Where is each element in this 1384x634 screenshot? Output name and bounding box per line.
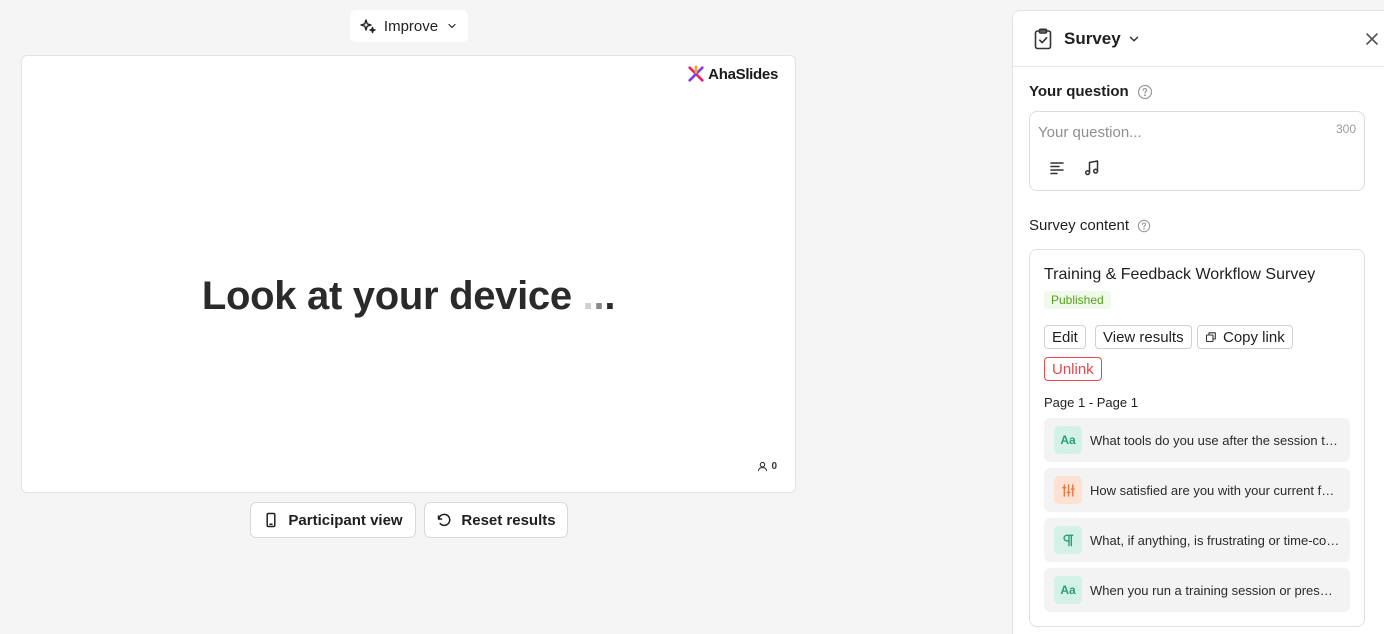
sparkle-icon xyxy=(360,19,376,34)
slide-canvas: AhaSlides Look at your device ... 0 xyxy=(21,55,796,493)
close-icon[interactable] xyxy=(1363,30,1381,48)
status-badge: Published xyxy=(1044,291,1111,309)
survey-settings-panel: Survey Your question 300 xyxy=(1012,10,1384,634)
survey-content-label: Survey content xyxy=(1029,217,1151,234)
copy-link-button[interactable]: Copy link xyxy=(1197,325,1293,349)
survey-question-item[interactable]: Aa What tools do you use after the sessi… xyxy=(1044,418,1350,462)
participant-view-button[interactable]: Participant view xyxy=(250,502,416,538)
text-answer-icon: Aa xyxy=(1054,576,1082,604)
panel-header: Survey xyxy=(1013,11,1384,67)
chevron-down-icon[interactable] xyxy=(1127,32,1141,46)
music-note-icon[interactable] xyxy=(1083,159,1101,177)
copy-icon xyxy=(1205,332,1216,343)
survey-content-label-text: Survey content xyxy=(1029,217,1130,234)
participant-view-label: Participant view xyxy=(288,511,403,529)
ahaslides-mark-icon xyxy=(688,65,704,82)
slide-type-selector[interactable]: Survey xyxy=(1064,29,1121,49)
improve-label: Improve xyxy=(383,17,439,35)
slide-message-text: Look at your device xyxy=(201,274,572,318)
clipboard-check-icon xyxy=(1034,27,1052,49)
reset-results-label: Reset results xyxy=(461,511,556,529)
mobile-phone-icon xyxy=(266,512,276,528)
slide-message: Look at your device ... xyxy=(22,274,795,319)
your-question-label-text: Your question xyxy=(1029,83,1129,100)
help-icon[interactable] xyxy=(1137,84,1153,100)
paragraph-icon xyxy=(1054,526,1082,554)
participant-count-value: 0 xyxy=(771,461,777,472)
question-editor: 300 xyxy=(1029,111,1365,191)
survey-question-text: What tools do you use after the session … xyxy=(1090,432,1340,448)
survey-question-text: How satisfied are you with your current … xyxy=(1090,482,1340,498)
loading-dots: ... xyxy=(582,274,616,318)
reset-icon xyxy=(438,513,451,527)
question-input[interactable] xyxy=(1038,122,1318,142)
ahaslides-logo: AhaSlides xyxy=(687,65,778,83)
linked-survey-card: Training & Feedback Workflow Survey Publ… xyxy=(1029,249,1365,627)
your-question-label: Your question xyxy=(1029,83,1153,100)
chevron-down-icon xyxy=(448,23,456,29)
survey-question-item[interactable]: Aa When you run a training session or pr… xyxy=(1044,568,1350,612)
view-results-button[interactable]: View results xyxy=(1095,325,1192,349)
edit-label: Edit xyxy=(1052,328,1078,346)
unlink-label: Unlink xyxy=(1052,360,1094,378)
survey-question-text: What, if anything, is frustrating or tim… xyxy=(1090,532,1340,548)
participant-count: 0 xyxy=(757,461,777,472)
text-answer-icon: Aa xyxy=(1054,426,1082,454)
improve-button[interactable]: Improve xyxy=(350,10,468,42)
survey-question-text: When you run a training session or prese… xyxy=(1090,582,1340,598)
edit-survey-button[interactable]: Edit xyxy=(1044,325,1086,349)
survey-question-item[interactable]: How satisfied are you with your current … xyxy=(1044,468,1350,512)
app-root: Improve AhaSlides Look at your device ..… xyxy=(0,0,1384,634)
char-limit: 300 xyxy=(1335,122,1356,136)
scale-sliders-icon xyxy=(1054,476,1082,504)
text-align-icon[interactable] xyxy=(1048,159,1066,177)
survey-question-item[interactable]: What, if anything, is frustrating or tim… xyxy=(1044,518,1350,562)
unlink-survey-button[interactable]: Unlink xyxy=(1044,357,1102,381)
survey-name: Training & Feedback Workflow Survey xyxy=(1044,266,1316,283)
help-icon[interactable] xyxy=(1137,219,1151,233)
reset-results-button[interactable]: Reset results xyxy=(424,502,568,538)
copy-link-label: Copy link xyxy=(1223,328,1285,346)
view-results-label: View results xyxy=(1103,328,1184,346)
user-icon xyxy=(758,461,768,472)
logo-text: AhaSlides xyxy=(708,65,778,83)
page-range: Page 1 - Page 1 xyxy=(1044,395,1138,410)
